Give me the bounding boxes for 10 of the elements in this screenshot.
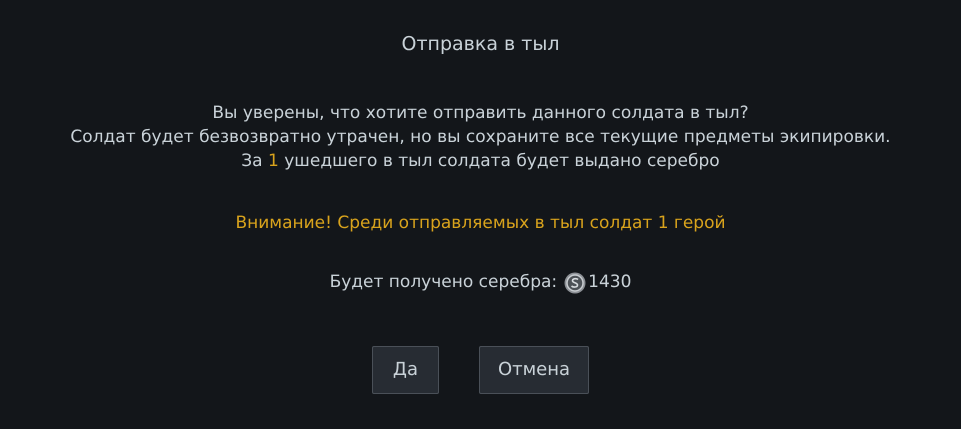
message-text: За 1 ушедшего в тыл солдата будет выдано серебро xyxy=(241,150,720,172)
coin-icon xyxy=(564,272,586,294)
dialog-title: Отправка в тыл xyxy=(402,32,560,57)
cancel-button[interactable]: Отмена xyxy=(478,346,590,394)
reward-label: Будет получено серебра: xyxy=(330,271,558,294)
message-text: Вы уверены, что хотите отправить данного солдата в тыл? xyxy=(212,102,749,124)
confirm-button[interactable]: Да xyxy=(372,346,439,394)
reward-amount: 1430 xyxy=(588,271,632,294)
message-text: Солдат будет безвозвратно утрачен, но вы сохраните все текущие предметы экипировки. xyxy=(70,126,891,148)
warning-text: Внимание! Среди отправляемых в тыл солдат 1 герой xyxy=(235,212,726,234)
